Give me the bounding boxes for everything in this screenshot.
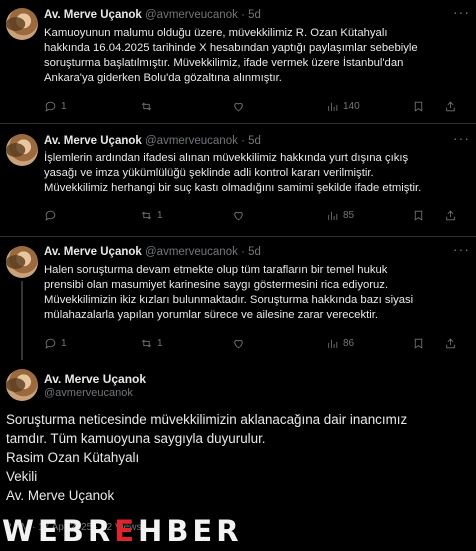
heart-icon bbox=[234, 339, 243, 349]
reply-icon bbox=[45, 210, 56, 221]
views-count: 85 bbox=[343, 210, 355, 221]
tweet-line: prensibi olan masumiyet karinesine saygı… bbox=[44, 279, 389, 291]
share-icon bbox=[446, 210, 455, 221]
tweet-line: Müvekkilimiz herhangi bir suç kastı olma… bbox=[44, 182, 422, 194]
tweet-line: İşlemlerin ardından ifadesi alınan müvek… bbox=[44, 152, 409, 164]
retweet-button[interactable]: 1 bbox=[140, 337, 163, 350]
heart-icon bbox=[234, 102, 243, 112]
thread-connector bbox=[21, 281, 23, 360]
avatar[interactable] bbox=[6, 8, 38, 40]
reply-button[interactable] bbox=[44, 209, 61, 222]
bookmark-button[interactable] bbox=[412, 100, 425, 113]
tweet-header: Av. Merve Uçanok @avmerveucanok · 5d bbox=[44, 134, 261, 148]
views-button[interactable]: 86 bbox=[326, 337, 354, 350]
author-name[interactable]: Av. Merve Uçanok bbox=[44, 372, 146, 386]
more-options-icon[interactable]: ··· bbox=[453, 4, 470, 20]
watermark-part: HBER bbox=[138, 514, 243, 548]
like-button[interactable] bbox=[232, 337, 249, 350]
tweet-text: İşlemlerin ardından ifadesi alınan müvek… bbox=[44, 151, 464, 196]
views-button[interactable]: 140 bbox=[326, 100, 360, 113]
like-button[interactable] bbox=[232, 100, 249, 113]
tweet-actions: 1 140 bbox=[44, 100, 464, 114]
separator: · bbox=[241, 246, 245, 258]
tweet-text: Soruşturma neticesinde müvekkilimizin ak… bbox=[6, 410, 466, 505]
tweet-actions: 1 1 86 bbox=[44, 337, 464, 351]
views-count: 140 bbox=[343, 101, 360, 112]
tweet-actions: 1 85 bbox=[44, 209, 464, 223]
tweet-line: tamdır. Tüm kamuoyuna saygıyla duyurulur… bbox=[6, 431, 266, 446]
share-icon bbox=[446, 338, 455, 349]
reply-count: 1 bbox=[61, 101, 67, 112]
author-name[interactable]: Av. Merve Uçanok bbox=[44, 9, 142, 21]
tweet-line: Halen soruşturma devam etmekte olup tüm … bbox=[44, 264, 388, 276]
tweet-line: Rasim Ozan Kütahyalı bbox=[6, 450, 140, 465]
tweet-line: soruşturma başlatılmıştır. Müvekkilimiz,… bbox=[44, 57, 404, 69]
tweet-header: Av. Merve Uçanok @avmerveucanok · 5d bbox=[44, 245, 261, 259]
bookmark-button[interactable] bbox=[412, 209, 425, 222]
author-handle[interactable]: @avmerveucanok bbox=[44, 387, 133, 399]
tweet-line: Vekili bbox=[6, 469, 38, 484]
like-button[interactable] bbox=[232, 209, 249, 222]
share-button[interactable] bbox=[444, 100, 457, 113]
watermark-accent: E bbox=[114, 514, 139, 548]
tweet-line: Kamuoyunun malumu olduğu üzere, müvekkil… bbox=[44, 27, 388, 39]
retweet-count: 1 bbox=[157, 210, 163, 221]
views-icon bbox=[328, 211, 338, 220]
bookmark-icon bbox=[414, 101, 423, 112]
views-icon bbox=[328, 339, 338, 348]
tweet-text: Kamuoyunun malumu olduğu üzere, müvekkil… bbox=[44, 26, 464, 86]
timestamp[interactable]: 5d bbox=[248, 135, 261, 147]
retweet-count: 1 bbox=[157, 338, 163, 349]
more-options-icon[interactable]: ··· bbox=[453, 241, 470, 257]
reply-button[interactable]: 1 bbox=[44, 337, 67, 350]
author-handle[interactable]: @avmerveucanok bbox=[145, 246, 238, 258]
more-options-icon[interactable]: ··· bbox=[453, 130, 470, 146]
tweet-line: Soruşturma neticesinde müvekkilimizin ak… bbox=[6, 412, 408, 427]
tweet-line: mülahazalarla yapılan yorumlar sürece ve… bbox=[44, 309, 379, 321]
bookmark-button[interactable] bbox=[412, 337, 425, 350]
retweet-icon bbox=[141, 211, 152, 220]
tweet-3[interactable]: Av. Merve Uçanok @avmerveucanok · 5d ···… bbox=[0, 237, 476, 360]
retweet-icon bbox=[141, 102, 152, 111]
retweet-icon bbox=[141, 339, 152, 348]
avatar[interactable] bbox=[6, 246, 38, 278]
share-button[interactable] bbox=[444, 209, 457, 222]
author-name[interactable]: Av. Merve Uçanok bbox=[44, 246, 142, 258]
reply-icon bbox=[45, 338, 56, 349]
avatar[interactable] bbox=[6, 134, 38, 166]
tweet-line: yasağı ve imza yükümlülüğü şeklinde adli… bbox=[44, 167, 374, 179]
separator: · bbox=[241, 9, 245, 21]
watermark-part: WEBR bbox=[2, 514, 115, 548]
tweet-line: Ankara'ya giderken Bolu'da gözaltına alı… bbox=[44, 72, 282, 84]
tweet-header: Av. Merve Uçanok @avmerveucanok · 5d bbox=[44, 8, 261, 22]
views-icon bbox=[328, 102, 338, 111]
tweet-1[interactable]: Av. Merve Uçanok @avmerveucanok · 5d ···… bbox=[0, 0, 476, 123]
reply-button[interactable]: 1 bbox=[44, 100, 67, 113]
reply-count: 1 bbox=[61, 338, 67, 349]
author-handle[interactable]: @avmerveucanok bbox=[145, 135, 238, 147]
timestamp[interactable]: 5d bbox=[248, 9, 261, 21]
tweet-line: Müvekkilimizin ikiz kızları bulunmaktadı… bbox=[44, 294, 414, 306]
webrehber-watermark: WEBREHBER bbox=[2, 514, 243, 548]
views-count: 86 bbox=[343, 338, 355, 349]
timestamp[interactable]: 5d bbox=[248, 246, 261, 258]
tweet-text: Halen soruşturma devam etmekte olup tüm … bbox=[44, 263, 464, 323]
tweet-2[interactable]: Av. Merve Uçanok @avmerveucanok · 5d ···… bbox=[0, 124, 476, 236]
avatar[interactable] bbox=[6, 369, 38, 401]
bookmark-icon bbox=[414, 338, 423, 349]
share-button[interactable] bbox=[444, 337, 457, 350]
reply-icon bbox=[45, 101, 56, 112]
views-button[interactable]: 85 bbox=[326, 209, 354, 222]
bookmark-icon bbox=[414, 210, 423, 221]
author-name[interactable]: Av. Merve Uçanok bbox=[44, 135, 142, 147]
tweet-line: Av. Merve Uçanok bbox=[6, 488, 115, 503]
tweet-line: hakkında 16.04.2025 tarihinde X hesabınd… bbox=[44, 42, 418, 54]
retweet-button[interactable]: 1 bbox=[140, 209, 163, 222]
heart-icon bbox=[234, 211, 243, 221]
share-icon bbox=[446, 101, 455, 112]
retweet-button[interactable] bbox=[140, 100, 157, 113]
separator: · bbox=[241, 135, 245, 147]
author-handle[interactable]: @avmerveucanok bbox=[145, 9, 238, 21]
